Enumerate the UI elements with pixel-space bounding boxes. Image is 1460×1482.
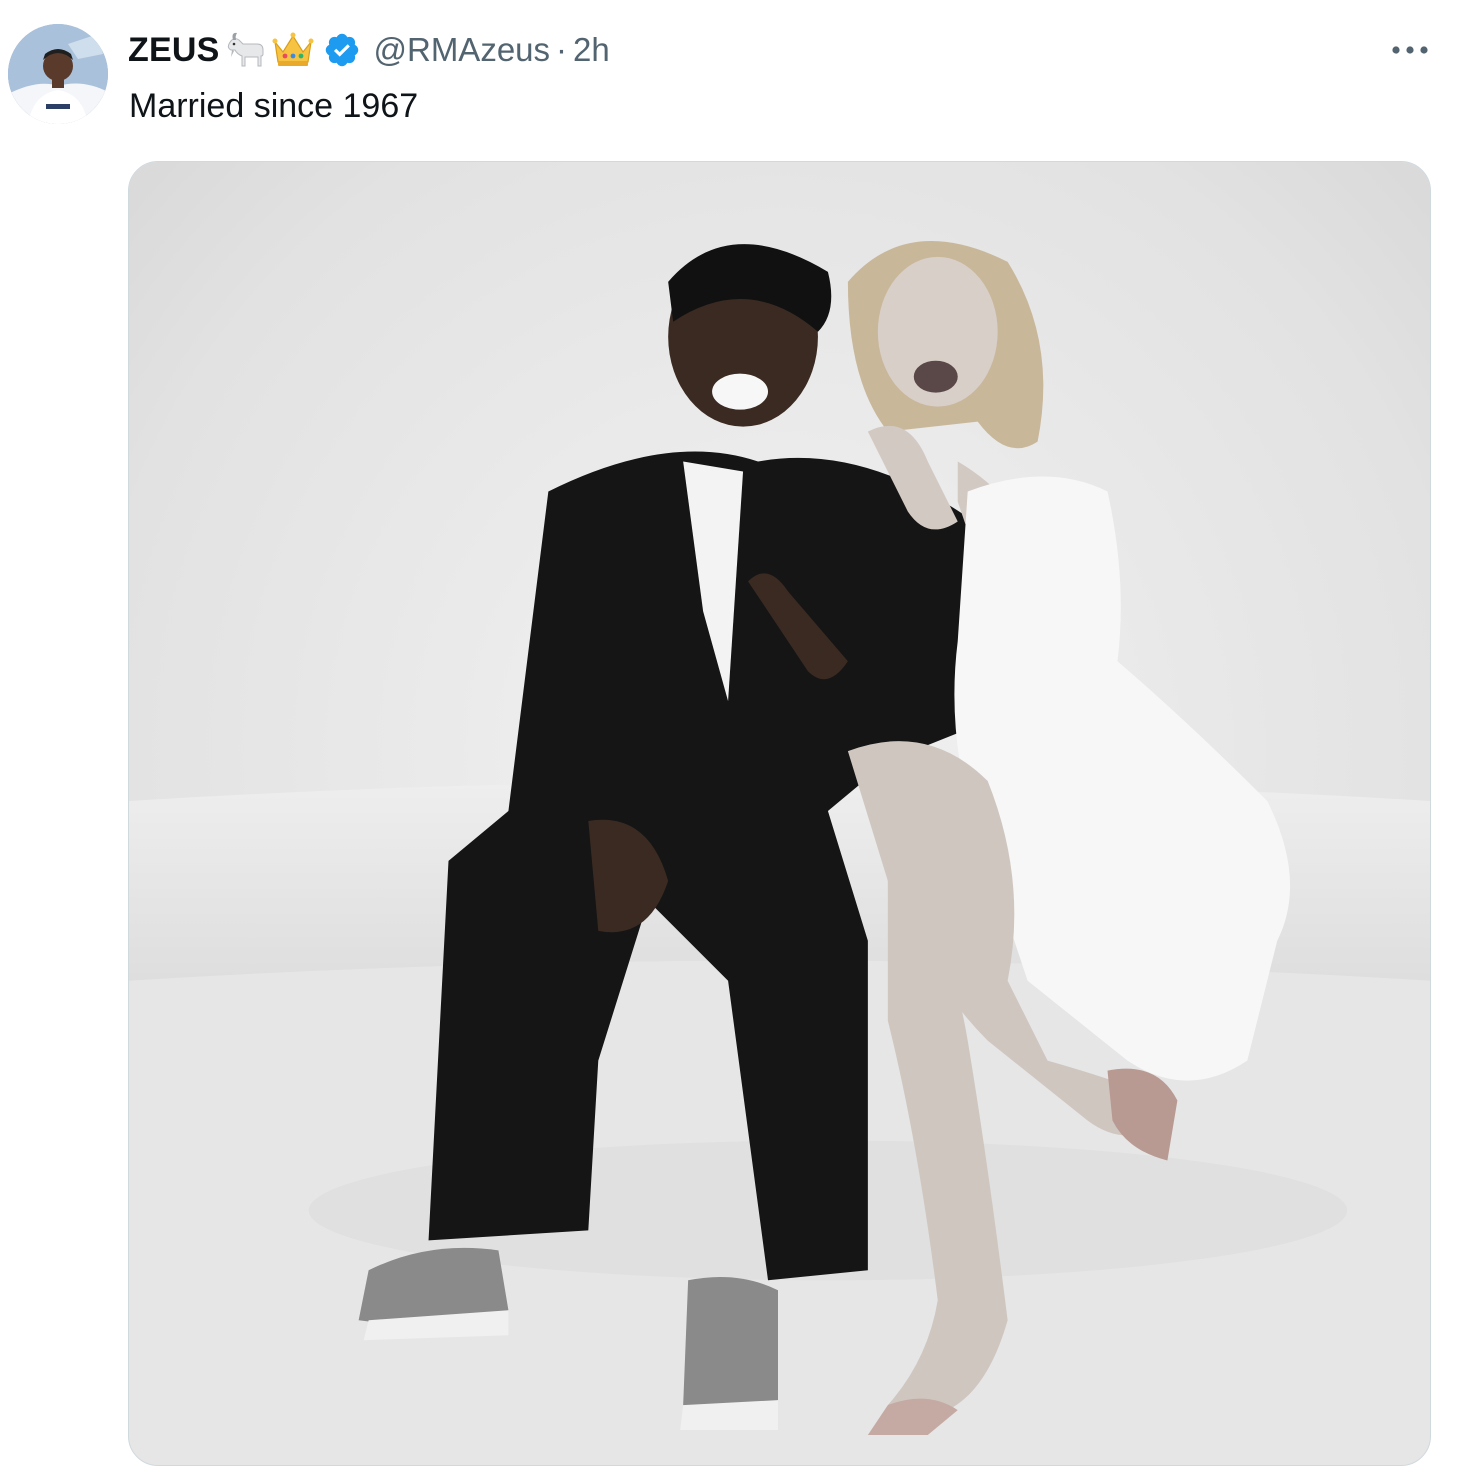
avatar-image xyxy=(8,24,108,124)
tweet: ZEUS @RMAzeus · 2h Married since 1967 xyxy=(0,0,1460,1482)
tweet-photo[interactable] xyxy=(128,161,1431,1466)
separator-dot: · xyxy=(556,31,568,68)
goat-emoji xyxy=(223,30,267,70)
crown-emoji xyxy=(271,30,315,70)
display-name[interactable]: ZEUS xyxy=(128,31,219,70)
photo-image xyxy=(129,162,1430,1465)
tweet-header: ZEUS @RMAzeus · 2h xyxy=(128,26,610,74)
avatar[interactable] xyxy=(8,24,108,124)
timestamp[interactable]: 2h xyxy=(573,31,610,69)
user-handle[interactable]: @RMAzeus xyxy=(373,31,550,69)
verified-badge-icon[interactable] xyxy=(323,31,361,69)
tweet-text: Married since 1967 xyxy=(129,87,419,125)
more-icon[interactable] xyxy=(1382,30,1438,70)
